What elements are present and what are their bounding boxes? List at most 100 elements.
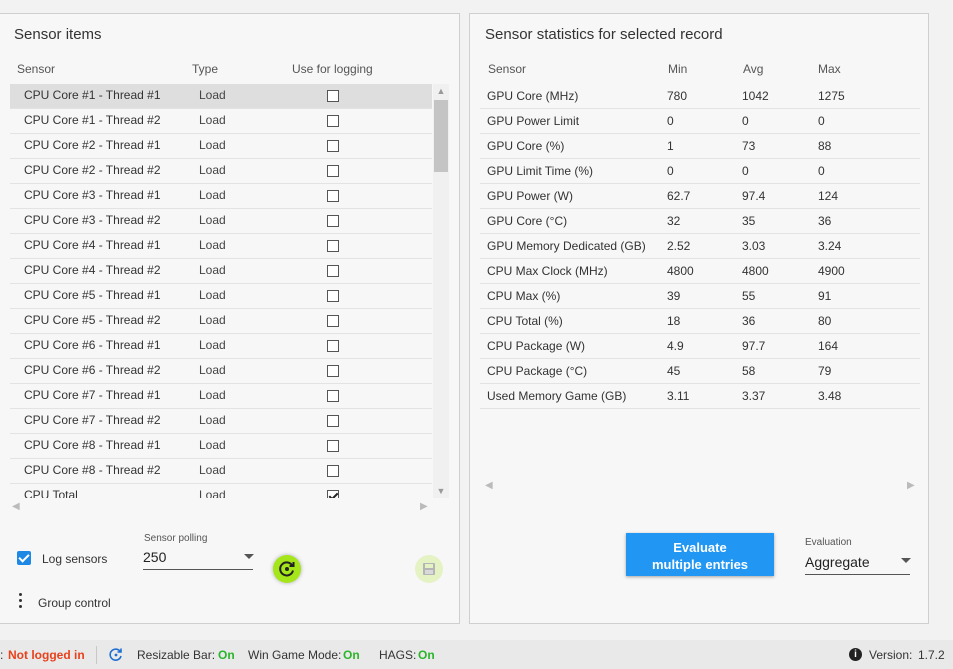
sensor-type: Load — [199, 288, 226, 302]
sensor-row[interactable]: CPU Core #6 - Thread #2 Load — [10, 359, 432, 384]
statistics-row[interactable]: GPU Core (MHz) 780 1042 1275 — [480, 84, 920, 109]
use-for-logging-checkbox[interactable] — [327, 240, 339, 252]
sensor-row[interactable]: CPU Core #3 - Thread #1 Load — [10, 184, 432, 209]
min-value: 3.11 — [667, 389, 690, 403]
use-for-logging-checkbox[interactable] — [327, 415, 339, 427]
sensor-row[interactable]: CPU Core #6 - Thread #1 Load — [10, 334, 432, 359]
scroll-left-icon[interactable]: ◀ — [12, 501, 20, 512]
max-value: 3.24 — [818, 239, 842, 253]
use-for-logging-checkbox[interactable] — [327, 265, 339, 277]
sensor-row[interactable]: CPU Core #4 - Thread #1 Load — [10, 234, 432, 259]
statistics-row[interactable]: CPU Max (%) 39 55 91 — [480, 284, 920, 309]
sensor-statistics-panel: Sensor statistics for selected record Se… — [469, 13, 929, 624]
max-value: 3.48 — [818, 389, 842, 403]
statistics-row[interactable]: GPU Core (°C) 32 35 36 — [480, 209, 920, 234]
use-for-logging-checkbox[interactable] — [327, 190, 339, 202]
sensor-row[interactable]: CPU Core #1 - Thread #2 Load — [10, 109, 432, 134]
scroll-left-icon[interactable]: ◀ — [485, 480, 493, 491]
scroll-right-icon[interactable]: ▶ — [420, 501, 428, 512]
scroll-down-icon[interactable]: ▼ — [433, 484, 449, 498]
sensor-row[interactable]: CPU Core #8 - Thread #1 Load — [10, 434, 432, 459]
chevron-down-icon[interactable] — [901, 558, 911, 563]
info-icon[interactable]: i — [849, 648, 862, 661]
use-for-logging-checkbox[interactable] — [327, 390, 339, 402]
sensor-row[interactable]: CPU Core #7 - Thread #1 Load — [10, 384, 432, 409]
use-for-logging-checkbox[interactable] — [327, 165, 339, 177]
scrollbar-thumb[interactable] — [434, 100, 448, 172]
save-icon — [423, 563, 435, 575]
statistics-row[interactable]: CPU Package (W) 4.9 97.7 164 — [480, 334, 920, 359]
column-header-max[interactable]: Max — [818, 62, 841, 76]
column-header-use-for-logging[interactable]: Use for logging — [292, 62, 373, 76]
sensor-name: GPU Core (°C) — [487, 214, 568, 228]
save-button[interactable] — [415, 555, 443, 583]
sensor-name: CPU Core #5 - Thread #2 — [24, 313, 161, 327]
sensor-row[interactable]: CPU Core #1 - Thread #1 Load — [10, 84, 432, 109]
scroll-right-icon[interactable]: ▶ — [907, 480, 915, 491]
chevron-down-icon[interactable] — [244, 554, 254, 559]
use-for-logging-checkbox[interactable] — [327, 140, 339, 152]
statistics-row[interactable]: CPU Total (%) 18 36 80 — [480, 309, 920, 334]
column-header-min[interactable]: Min — [668, 62, 687, 76]
sensor-type: Load — [199, 163, 226, 177]
sensor-row[interactable]: CPU Total Load — [10, 484, 432, 498]
use-for-logging-checkbox[interactable] — [327, 90, 339, 102]
sensor-name: CPU Total — [24, 488, 78, 498]
more-vert-icon[interactable] — [19, 593, 23, 611]
use-for-logging-checkbox[interactable] — [327, 340, 339, 352]
sensor-row[interactable]: CPU Core #2 - Thread #2 Load — [10, 159, 432, 184]
statistics-row[interactable]: GPU Power (W) 62.7 97.4 124 — [480, 184, 920, 209]
log-sensors-checkbox[interactable] — [17, 551, 31, 565]
evaluate-button-line1: Evaluate — [673, 540, 727, 555]
min-value: 4.9 — [667, 339, 684, 353]
vertical-scrollbar[interactable]: ▲ ▼ — [433, 84, 449, 498]
use-for-logging-checkbox[interactable] — [327, 115, 339, 127]
sensor-name: CPU Package (W) — [487, 339, 586, 353]
max-value: 80 — [818, 314, 832, 328]
sensor-name: GPU Power Limit — [487, 114, 580, 128]
sensor-polling-select[interactable]: 250 — [143, 549, 166, 565]
sensor-type: Load — [199, 438, 226, 452]
use-for-logging-checkbox[interactable] — [327, 290, 339, 302]
use-for-logging-checkbox[interactable] — [327, 315, 339, 327]
use-for-logging-checkbox[interactable] — [327, 440, 339, 452]
refresh-status-icon[interactable] — [108, 647, 124, 663]
sensor-row[interactable]: CPU Core #5 - Thread #2 Load — [10, 309, 432, 334]
statistics-row[interactable]: GPU Core (%) 1 73 88 — [480, 134, 920, 159]
sensor-name: CPU Max Clock (MHz) — [487, 264, 608, 278]
sensor-row[interactable]: CPU Core #3 - Thread #2 Load — [10, 209, 432, 234]
evaluation-select[interactable]: Aggregate — [805, 554, 870, 570]
column-header-type[interactable]: Type — [192, 62, 218, 76]
statistics-row[interactable]: GPU Limit Time (%) 0 0 0 — [480, 159, 920, 184]
min-value: 2.52 — [667, 239, 691, 253]
use-for-logging-checkbox[interactable] — [327, 365, 339, 377]
statistics-row[interactable]: CPU Package (°C) 45 58 79 — [480, 359, 920, 384]
sensor-name: CPU Package (°C) — [487, 364, 588, 378]
use-for-logging-checkbox[interactable] — [327, 215, 339, 227]
sensor-row[interactable]: CPU Core #4 - Thread #2 Load — [10, 259, 432, 284]
avg-value: 58 — [742, 364, 756, 378]
column-header-sensor[interactable]: Sensor — [17, 62, 55, 76]
sensor-row[interactable]: CPU Core #8 - Thread #2 Load — [10, 459, 432, 484]
refresh-button[interactable] — [273, 555, 301, 583]
use-for-logging-checkbox[interactable] — [327, 465, 339, 477]
win-game-mode-label: Win Game Mode: — [248, 648, 342, 662]
sensor-type: Load — [199, 138, 226, 152]
statistics-row[interactable]: GPU Memory Dedicated (GB) 2.52 3.03 3.24 — [480, 234, 920, 259]
use-for-logging-checkbox[interactable] — [327, 490, 339, 498]
scroll-up-icon[interactable]: ▲ — [433, 84, 449, 98]
sensor-row[interactable]: CPU Core #5 - Thread #1 Load — [10, 284, 432, 309]
column-header-sensor[interactable]: Sensor — [488, 62, 526, 76]
avg-value: 0 — [742, 114, 749, 128]
sensor-type: Load — [199, 388, 226, 402]
sensor-row[interactable]: CPU Core #2 - Thread #1 Load — [10, 134, 432, 159]
statistics-row[interactable]: CPU Max Clock (MHz) 4800 4800 4900 — [480, 259, 920, 284]
group-control-label[interactable]: Group control — [38, 596, 111, 610]
evaluation-caption: Evaluation — [805, 537, 852, 548]
column-header-avg[interactable]: Avg — [743, 62, 763, 76]
sensor-row[interactable]: CPU Core #7 - Thread #2 Load — [10, 409, 432, 434]
statistics-row[interactable]: GPU Power Limit 0 0 0 — [480, 109, 920, 134]
evaluate-multiple-entries-button[interactable]: Evaluate multiple entries — [626, 533, 774, 576]
statistics-row[interactable]: Used Memory Game (GB) 3.11 3.37 3.48 — [480, 384, 920, 409]
login-status[interactable]: Not logged in — [8, 648, 85, 662]
